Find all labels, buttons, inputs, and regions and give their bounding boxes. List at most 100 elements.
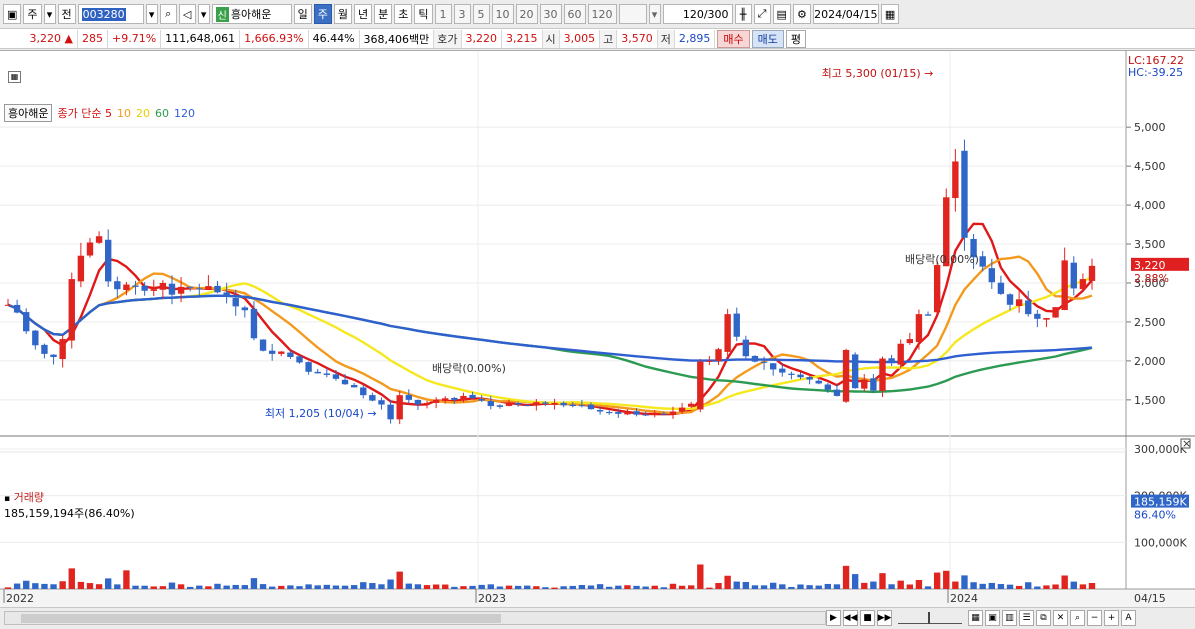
candle: [1025, 300, 1032, 315]
interval-1[interactable]: 1: [434, 4, 452, 24]
volume-bar: [314, 585, 321, 589]
save-icon[interactable]: ▤: [772, 4, 791, 24]
chevron-down-icon[interactable]: ▾: [145, 4, 158, 24]
volume-bar: [13, 583, 21, 589]
grid-icon[interactable]: ▦: [968, 610, 983, 626]
nav-buttons: ▶ ◀◀ ■ ▶▶ ▦ ▣ ▥ ☰ ⧉ ✕ ⌕ − + A: [826, 610, 1136, 626]
candle: [442, 398, 449, 401]
interval-3[interactable]: 3: [453, 4, 471, 24]
stock-code-input[interactable]: 003280: [77, 4, 144, 24]
interval-120[interactable]: 120: [587, 4, 617, 24]
candle: [323, 373, 331, 375]
pane-icon[interactable]: ▪: [4, 494, 10, 504]
date-input[interactable]: 2024/04/15: [812, 4, 879, 24]
evaluate-button[interactable]: 평: [785, 29, 807, 48]
high-label: 고: [600, 29, 618, 48]
interval-30[interactable]: 30: [539, 4, 562, 24]
interval-5[interactable]: 5: [472, 4, 490, 24]
search-icon[interactable]: ⌕: [159, 4, 177, 24]
volume-bar: [196, 585, 203, 589]
speaker-icon[interactable]: ◁: [178, 4, 196, 24]
dividend-annotation: 배당락(0.00%): [432, 362, 506, 375]
chart-legend: 흥아해운 종가 단순 5 10 20 60 120: [4, 104, 195, 122]
x-tick-label: 2024: [950, 592, 978, 605]
period-month[interactable]: 월: [333, 4, 353, 24]
magnify-icon[interactable]: ⌕: [1070, 610, 1085, 626]
scroll-thumb[interactable]: [21, 614, 501, 623]
sell-button[interactable]: 매도: [751, 29, 784, 48]
gear-icon[interactable]: ⚙: [792, 4, 811, 24]
quote-bar: 3,220 ▲ 285 +9.71% 111,648,061 1,666.93%…: [0, 29, 1195, 49]
window-icon[interactable]: ▣: [3, 4, 22, 24]
legend-stock-name[interactable]: 흥아해운: [4, 104, 53, 122]
zoom-slider[interactable]: [898, 612, 962, 624]
zoom-out-icon[interactable]: −: [1087, 610, 1102, 626]
chevron-down-icon[interactable]: ▾: [648, 4, 661, 24]
price-chart[interactable]: 5,0004,5004,0003,5003,0002,5002,0001,500…: [0, 51, 1195, 608]
zoom-in-icon[interactable]: +: [1104, 610, 1119, 626]
buy-button[interactable]: 매수: [717, 29, 750, 48]
stock-name-field[interactable]: 신 흥아해운: [211, 4, 292, 24]
candle: [988, 268, 995, 283]
candle: [806, 377, 813, 380]
volume-bar: [742, 581, 750, 589]
candle: [68, 279, 75, 341]
candle: [77, 255, 85, 282]
candle: [159, 282, 167, 290]
prev-button[interactable]: 전: [57, 4, 76, 24]
volume-bar: [888, 584, 895, 589]
cross-icon[interactable]: ✕: [1053, 610, 1068, 626]
volume-bar: [451, 586, 458, 589]
calendar-icon[interactable]: ▦: [880, 4, 900, 24]
layout-icon[interactable]: ▣: [985, 610, 1000, 626]
period-week[interactable]: 주: [313, 4, 332, 24]
volume-bar: [432, 584, 440, 589]
legend-ma120: 120: [173, 106, 195, 120]
stop-icon[interactable]: ■: [860, 610, 875, 626]
volume-bar: [624, 585, 631, 589]
period-second[interactable]: 초: [394, 4, 413, 24]
volume-bar: [842, 565, 850, 589]
volume-bar: [997, 584, 1005, 589]
market-select[interactable]: 주: [23, 4, 42, 24]
candle: [697, 361, 704, 410]
calculator-icon[interactable]: ▦: [8, 71, 21, 83]
split-icon[interactable]: ▥: [1002, 610, 1017, 626]
volume-bar: [788, 586, 795, 589]
candle-type-icon[interactable]: ╫: [734, 4, 752, 24]
low-label: 저: [657, 29, 675, 48]
candle: [114, 281, 121, 290]
interval-60[interactable]: 60: [563, 4, 586, 24]
interval-20[interactable]: 20: [515, 4, 538, 24]
chevron-down-icon[interactable]: ▾: [43, 4, 56, 24]
draw-tool-icon[interactable]: ⤢: [753, 4, 771, 24]
interval-10[interactable]: 10: [491, 4, 514, 24]
interval-input[interactable]: [618, 4, 647, 24]
candle: [350, 384, 358, 388]
chart-scrollbar[interactable]: [4, 611, 826, 625]
scroll-right-icon[interactable]: ▶: [826, 610, 841, 626]
volume-bar: [906, 584, 914, 589]
candle: [688, 403, 695, 407]
list-icon[interactable]: ☰: [1019, 610, 1034, 626]
candle: [332, 374, 340, 379]
period-year[interactable]: 년: [354, 4, 373, 24]
candle: [505, 402, 513, 406]
count-field[interactable]: 120/300: [662, 4, 733, 24]
period-day[interactable]: 일: [293, 4, 312, 24]
font-size-icon[interactable]: A: [1121, 610, 1136, 626]
candle: [560, 402, 567, 406]
rewind-icon[interactable]: ◀◀: [843, 610, 858, 626]
copy-icon[interactable]: ⧉: [1036, 610, 1051, 626]
volume-bar: [278, 585, 285, 589]
fast-forward-icon[interactable]: ▶▶: [877, 610, 892, 626]
candle: [305, 362, 312, 372]
volume-bar: [988, 582, 995, 589]
chart-panel[interactable]: 5,000 4,500 4,000 3,500 3,000 2,500 2,000 1,500…: [0, 50, 1195, 608]
candle: [196, 288, 203, 290]
chevron-down-icon[interactable]: ▾: [197, 4, 210, 24]
period-minute[interactable]: 분: [374, 4, 393, 24]
period-tick[interactable]: 틱: [414, 4, 433, 24]
candle: [596, 410, 604, 412]
candle: [1070, 262, 1077, 289]
